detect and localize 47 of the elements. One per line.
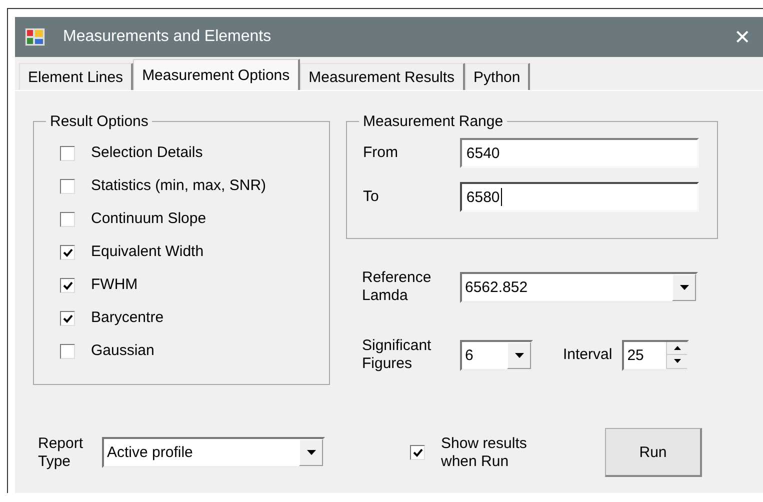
checkbox-label: Show results when Run [441,434,528,470]
field-label: Interval [563,346,612,364]
dropdown-arrow-icon [680,284,688,290]
option-label: Selection Details [91,144,203,162]
up-arrow-icon [674,346,681,350]
field-label: Report Type [38,434,84,470]
window-title: Measurements and Elements [63,28,272,46]
checkbox[interactable] [60,178,75,194]
checkbox[interactable] [60,344,75,358]
check-icon [62,280,72,290]
check-icon [62,314,72,322]
tab[interactable]: Python [464,63,530,90]
field-label: Reference Lamda [362,269,432,305]
dropdown-arrow-icon [514,352,524,358]
checkbox[interactable] [60,310,75,326]
option-label: Statistics (min, max, SNR) [91,177,266,195]
option-label: FWHM [91,276,138,294]
check-icon [62,248,72,256]
check-icon [412,448,422,457]
field-label: Significant Figures [362,337,432,373]
dropdown-arrow-icon [306,450,316,455]
checkbox[interactable] [60,146,75,160]
group-title: Result Options [49,113,150,130]
app-icon [25,28,45,46]
tab[interactable]: Measurement Options [133,59,300,90]
checkbox[interactable] [60,244,75,260]
field-label: From [363,144,399,162]
option-label: Barycentre [91,309,164,327]
group-title: Measurement Range [362,113,504,130]
checkbox[interactable] [410,445,425,460]
option-label: Gaussian [91,342,154,360]
field-label: To [363,188,380,206]
option-label: Equivalent Width [91,243,204,261]
checkbox[interactable] [60,278,75,292]
option-label: Continuum Slope [91,210,206,228]
close-icon[interactable]: ✕ [734,24,763,50]
tab[interactable]: Measurement Results [300,63,465,90]
input-field[interactable]: 6580 [460,182,699,212]
significant-figures-dropdown[interactable]: 6 [460,340,533,370]
down-arrow-icon [674,359,681,364]
input-field[interactable]: 6540 [460,138,699,168]
reference-lamda-dropdown[interactable]: 6562.852 [460,272,698,302]
checkbox[interactable] [60,212,75,226]
report-type-dropdown[interactable]: Active profile [102,437,325,468]
run-button[interactable]: Run [605,428,702,477]
tab[interactable]: Element Lines [19,63,134,90]
interval-spinner[interactable]: 25 [622,340,690,370]
